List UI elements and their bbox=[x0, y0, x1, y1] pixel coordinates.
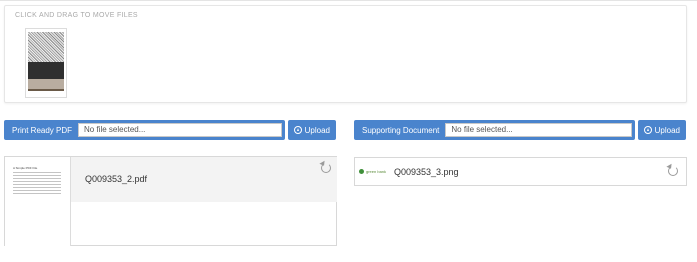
pdf-file-card: A Simple PDF File Q009353_2.pdf bbox=[4, 156, 337, 246]
upload-button-label: Upload bbox=[304, 125, 330, 135]
supporting-doc-upload-button[interactable]: Upload bbox=[637, 120, 686, 140]
png-preview-text: green bank bbox=[366, 169, 387, 174]
pdf-file-name: Q009353_2.pdf bbox=[85, 174, 148, 184]
thumbnail-tan-band bbox=[28, 79, 64, 89]
drag-drop-area[interactable]: CLICK AND DRAG TO MOVE FILES bbox=[4, 5, 687, 103]
thumbnail-texture bbox=[28, 32, 64, 62]
print-ready-label: Print Ready PDF bbox=[12, 125, 73, 135]
pdf-thumbnail[interactable]: A Simple PDF File bbox=[5, 157, 71, 246]
png-thumbnail[interactable]: green bank bbox=[359, 169, 386, 174]
supporting-doc-upload-row: Supporting Document No file selected... … bbox=[354, 120, 686, 140]
supporting-doc-file-picker[interactable]: Supporting Document No file selected... bbox=[354, 120, 635, 140]
refresh-icon[interactable] bbox=[668, 166, 678, 176]
logo-dot-icon bbox=[359, 169, 364, 174]
print-ready-file-field[interactable]: No file selected... bbox=[78, 123, 282, 137]
pdf-preview-title: A Simple PDF File bbox=[13, 166, 38, 170]
top-divider bbox=[0, 0, 697, 3]
thumbnail-line bbox=[28, 89, 64, 91]
refresh-icon[interactable] bbox=[321, 163, 331, 173]
draggable-file-thumbnail[interactable] bbox=[25, 28, 67, 98]
supporting-doc-file-field[interactable]: No file selected... bbox=[445, 123, 632, 137]
upload-circle-icon bbox=[293, 126, 302, 134]
pdf-file-header: Q009353_2.pdf bbox=[71, 157, 337, 202]
png-file-name: Q009353_3.png bbox=[394, 167, 459, 177]
supporting-doc-label: Supporting Document bbox=[362, 125, 440, 135]
png-file-card: green bank Q009353_3.png bbox=[354, 157, 687, 186]
print-ready-file-picker[interactable]: Print Ready PDF No file selected... bbox=[4, 120, 285, 140]
upload-circle-icon bbox=[643, 126, 652, 134]
print-ready-upload-button[interactable]: Upload bbox=[287, 120, 336, 140]
thumbnail-dark-band bbox=[28, 62, 64, 79]
pdf-preview-lines bbox=[13, 172, 61, 196]
drag-area-caption: CLICK AND DRAG TO MOVE FILES bbox=[15, 12, 138, 19]
print-ready-upload-row: Print Ready PDF No file selected... Uplo… bbox=[4, 120, 336, 140]
upload-button-label: Upload bbox=[654, 125, 680, 135]
